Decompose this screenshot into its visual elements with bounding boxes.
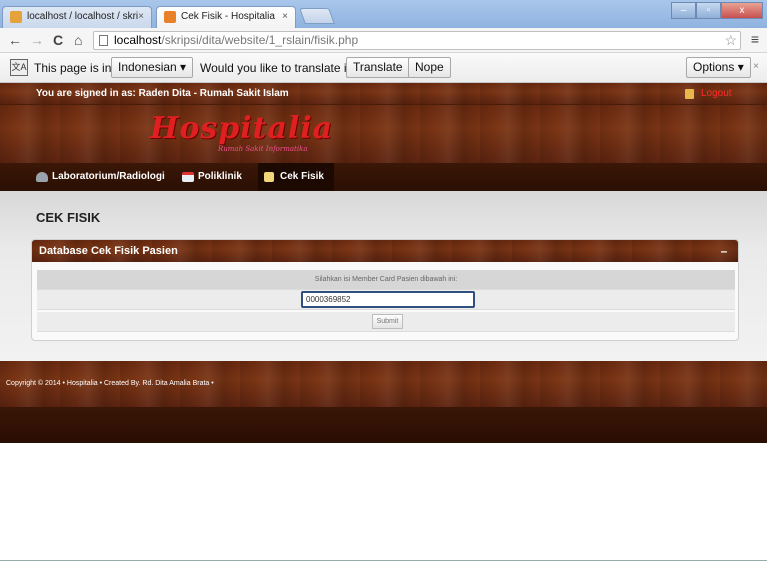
lock-icon (685, 89, 694, 99)
maximize-button[interactable]: ▫ (696, 2, 721, 19)
back-button[interactable]: ← (8, 31, 22, 49)
flask-icon (36, 172, 48, 182)
nav-item-label: Laboratorium/Radiologi (52, 171, 165, 182)
hospitalia-favicon-icon (164, 11, 176, 23)
url-path: /skripsi/dita/website/1_rslain/fisik.php (161, 33, 359, 47)
input-row (37, 290, 735, 310)
phpmyadmin-favicon-icon (10, 11, 22, 23)
signed-in-text: You are signed in as: Raden Dita - Rumah… (36, 88, 289, 99)
translate-button[interactable]: Translate (346, 57, 410, 78)
instruction-row: Silahkan isi Member Card Pasien dibawah … (37, 270, 735, 290)
translate-question: Would you like to translate it? (200, 61, 357, 75)
panel-title: Database Cek Fisik Pasien (39, 245, 178, 257)
translate-options-button[interactable]: Options ▾ (686, 57, 751, 78)
logout-label: Logout (701, 88, 732, 99)
forward-button[interactable]: → (30, 31, 44, 49)
nav-item-laboratorium[interactable]: Laboratorium/Radiologi (34, 163, 165, 191)
minimize-button[interactable]: – (671, 2, 696, 19)
address-bar[interactable]: localhost/skripsi/dita/website/1_rslain/… (93, 31, 741, 50)
site-logo[interactable]: Hospitalia (150, 111, 333, 146)
bookmark-star-icon[interactable]: ☆ (724, 32, 737, 49)
nav-item-poliklinik[interactable]: Poliklinik (180, 163, 242, 191)
signed-in-bar: You are signed in as: Raden Dita - Rumah… (0, 83, 767, 105)
nope-button[interactable]: Nope (408, 57, 451, 78)
tab-label: localhost / localhost / skri (27, 11, 139, 22)
close-tab-icon[interactable]: × (282, 11, 288, 22)
panel-header: Database Cek Fisik Pasien – (32, 240, 738, 262)
page-title: CEK FISIK (36, 210, 101, 225)
cek-fisik-panel: Database Cek Fisik Pasien – Silahkan isi… (31, 239, 739, 341)
tab-cek-fisik[interactable]: Cek Fisik - Hospitalia × (156, 6, 296, 28)
logout-link[interactable]: Logout (677, 83, 767, 105)
close-window-button[interactable]: x (721, 2, 763, 19)
home-button[interactable]: ⌂ (74, 31, 82, 49)
new-tab-button[interactable] (299, 8, 335, 24)
window-controls: – ▫ x (671, 2, 763, 19)
browser-titlebar: localhost / localhost / skri × Cek Fisik… (0, 0, 767, 28)
calendar-icon (182, 172, 194, 182)
nav-item-label: Cek Fisik (280, 171, 324, 182)
member-card-input[interactable] (301, 291, 475, 308)
close-tab-icon[interactable]: × (138, 11, 144, 22)
page-bottom-divider (0, 560, 767, 564)
tab-phpmyadmin[interactable]: localhost / localhost / skri × (2, 6, 152, 28)
footer-copyright: Copyright © 2014 • Hospitalia • Created … (6, 380, 214, 387)
footer-bottom (0, 407, 767, 443)
translate-prefix: This page is in (34, 61, 112, 75)
nav-item-cek-fisik[interactable]: Cek Fisik (258, 163, 334, 191)
translate-bar: 文A This page is in Indonesian ▾ Would yo… (0, 53, 767, 83)
translate-icon: 文A (10, 59, 28, 76)
nav-item-label: Poliklinik (198, 171, 242, 182)
url-host: localhost (114, 33, 162, 47)
close-translate-icon[interactable]: × (753, 61, 759, 72)
document-icon (264, 172, 274, 182)
site-logo-subtitle: Rumah Sakit Informatika (218, 145, 308, 153)
site-footer: Copyright © 2014 • Hospitalia • Created … (0, 361, 767, 407)
submit-button[interactable]: Submit (372, 314, 403, 329)
instruction-text: Silahkan isi Member Card Pasien dibawah … (314, 276, 458, 283)
site-banner: Hospitalia Rumah Sakit Informatika (0, 105, 767, 163)
language-select[interactable]: Indonesian ▾ (111, 57, 194, 78)
page-icon (99, 35, 108, 46)
chrome-menu-icon[interactable]: ≡ (751, 31, 759, 47)
collapse-button[interactable]: – (718, 244, 730, 258)
submit-row: Submit (37, 312, 735, 332)
browser-toolbar: ← → C ⌂ localhost/skripsi/dita/website/1… (0, 28, 767, 53)
reload-button[interactable]: C (53, 31, 63, 49)
main-nav: Laboratorium/Radiologi Poliklinik Cek Fi… (0, 163, 767, 191)
tab-label: Cek Fisik - Hospitalia (181, 11, 275, 22)
